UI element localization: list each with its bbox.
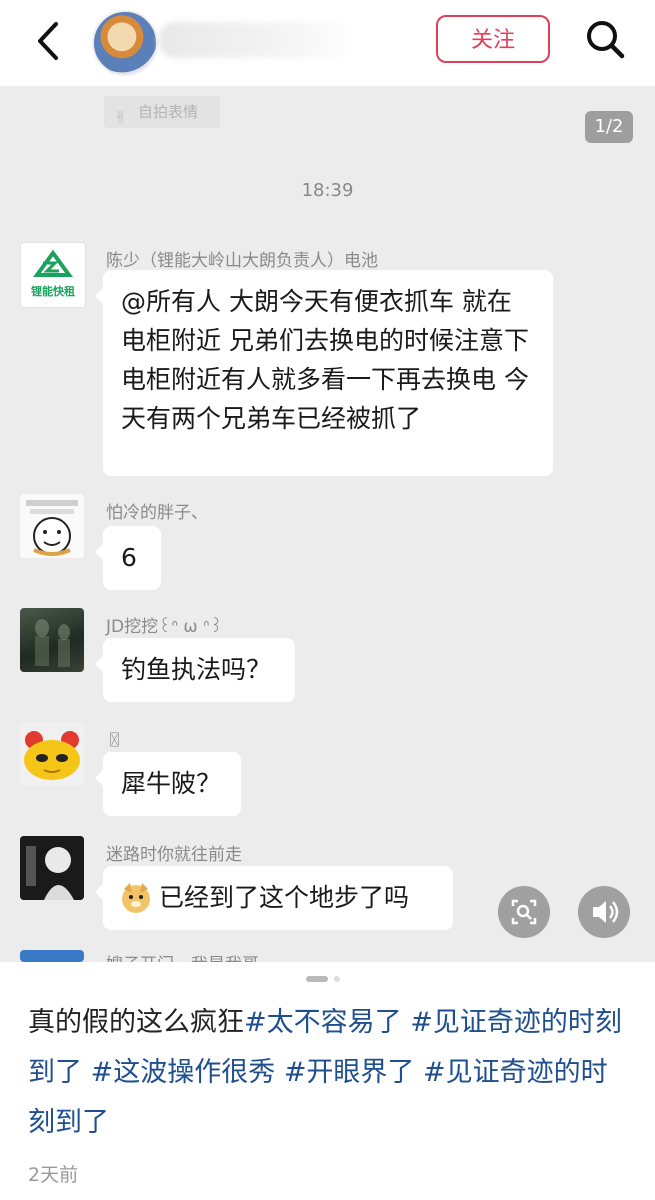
chat-screenshot: ✌ 自拍表情 1/2 18:39 锂能快租 陈少（锂能大岭山大朗负责人）电池 @… xyxy=(0,86,655,962)
sound-button[interactable] xyxy=(578,886,630,938)
image-search-button[interactable] xyxy=(498,886,550,938)
avatar[interactable] xyxy=(20,836,84,900)
hashtag[interactable]: #开眼界了 xyxy=(284,1057,415,1088)
caption-text: 真的假的这么疯狂 xyxy=(28,1007,244,1038)
avatar[interactable] xyxy=(20,722,84,786)
scan-search-icon xyxy=(511,899,537,925)
author-name-blurred xyxy=(158,22,358,58)
yellow-mask-icon xyxy=(24,731,80,780)
indicator-dot xyxy=(334,976,340,982)
lineng-logo-icon xyxy=(33,249,73,277)
sender-name: 〿 xyxy=(106,731,123,751)
author-avatar[interactable] xyxy=(92,10,158,76)
carousel-indicator xyxy=(306,976,346,995)
message-bubble: 钓鱼执法吗？ xyxy=(95,638,295,702)
follow-button[interactable]: 关注 xyxy=(436,15,550,63)
avatar[interactable] xyxy=(20,608,84,672)
speaker-icon xyxy=(593,901,619,923)
sender-name: 迷路时你就往前走 xyxy=(106,845,242,865)
message-text: 已经到了这个地步了吗 xyxy=(159,883,410,912)
sender-name: 陈少（锂能大岭山大朗负责人）电池 xyxy=(106,251,378,271)
selfie-tag-label: 自拍表情 xyxy=(138,103,199,121)
message-bubble: 犀牛陂？ xyxy=(95,752,241,816)
anime-character-icon xyxy=(20,836,84,900)
avatar-brand-text: 锂能快租 xyxy=(31,285,75,298)
hashtag[interactable]: #太不容易了 xyxy=(244,1007,402,1038)
indicator-dot-active xyxy=(306,976,328,982)
post-date: 2天前 xyxy=(28,1164,79,1186)
back-arrow-icon[interactable] xyxy=(32,18,68,64)
message-bubble: 6 xyxy=(95,526,161,590)
selfie-sticker-tag: ✌ 自拍表情 xyxy=(104,96,220,128)
post-caption: 真的假的这么疯狂#太不容易了 #见证奇迹的时刻到了 #这波操作很秀 #开眼界了 … xyxy=(28,998,632,1148)
sender-name: 嫂子开门，我是我哥 xyxy=(106,950,259,962)
message-timestamp: 18:39 xyxy=(301,180,354,201)
cartoon-face-icon xyxy=(26,500,78,556)
top-bar: 关注 xyxy=(0,0,655,86)
message-bubble: 已经到了这个地步了吗 xyxy=(95,866,453,930)
message-bubble: @所有人 大朗今天有便衣抓车 就在电柜附近 兄弟们去换电的时候注意下 电柜附近有… xyxy=(95,270,553,476)
hashtag[interactable]: #这波操作很秀 xyxy=(91,1057,276,1088)
dark-figures-image-icon xyxy=(35,619,70,667)
avatar[interactable] xyxy=(20,494,84,558)
page-indicator: 1/2 xyxy=(585,111,633,143)
doge-emoji-icon xyxy=(122,883,150,913)
avatar[interactable]: 锂能快租 xyxy=(20,242,86,308)
search-icon[interactable] xyxy=(584,18,626,60)
sender-name: JD挖挖꒰ᐢ ω ᐢ꒱ xyxy=(106,617,223,637)
avatar[interactable] xyxy=(20,950,84,962)
sender-name: 怕冷的胖子、 xyxy=(106,503,208,523)
hand-icon: ✌ xyxy=(114,108,128,127)
